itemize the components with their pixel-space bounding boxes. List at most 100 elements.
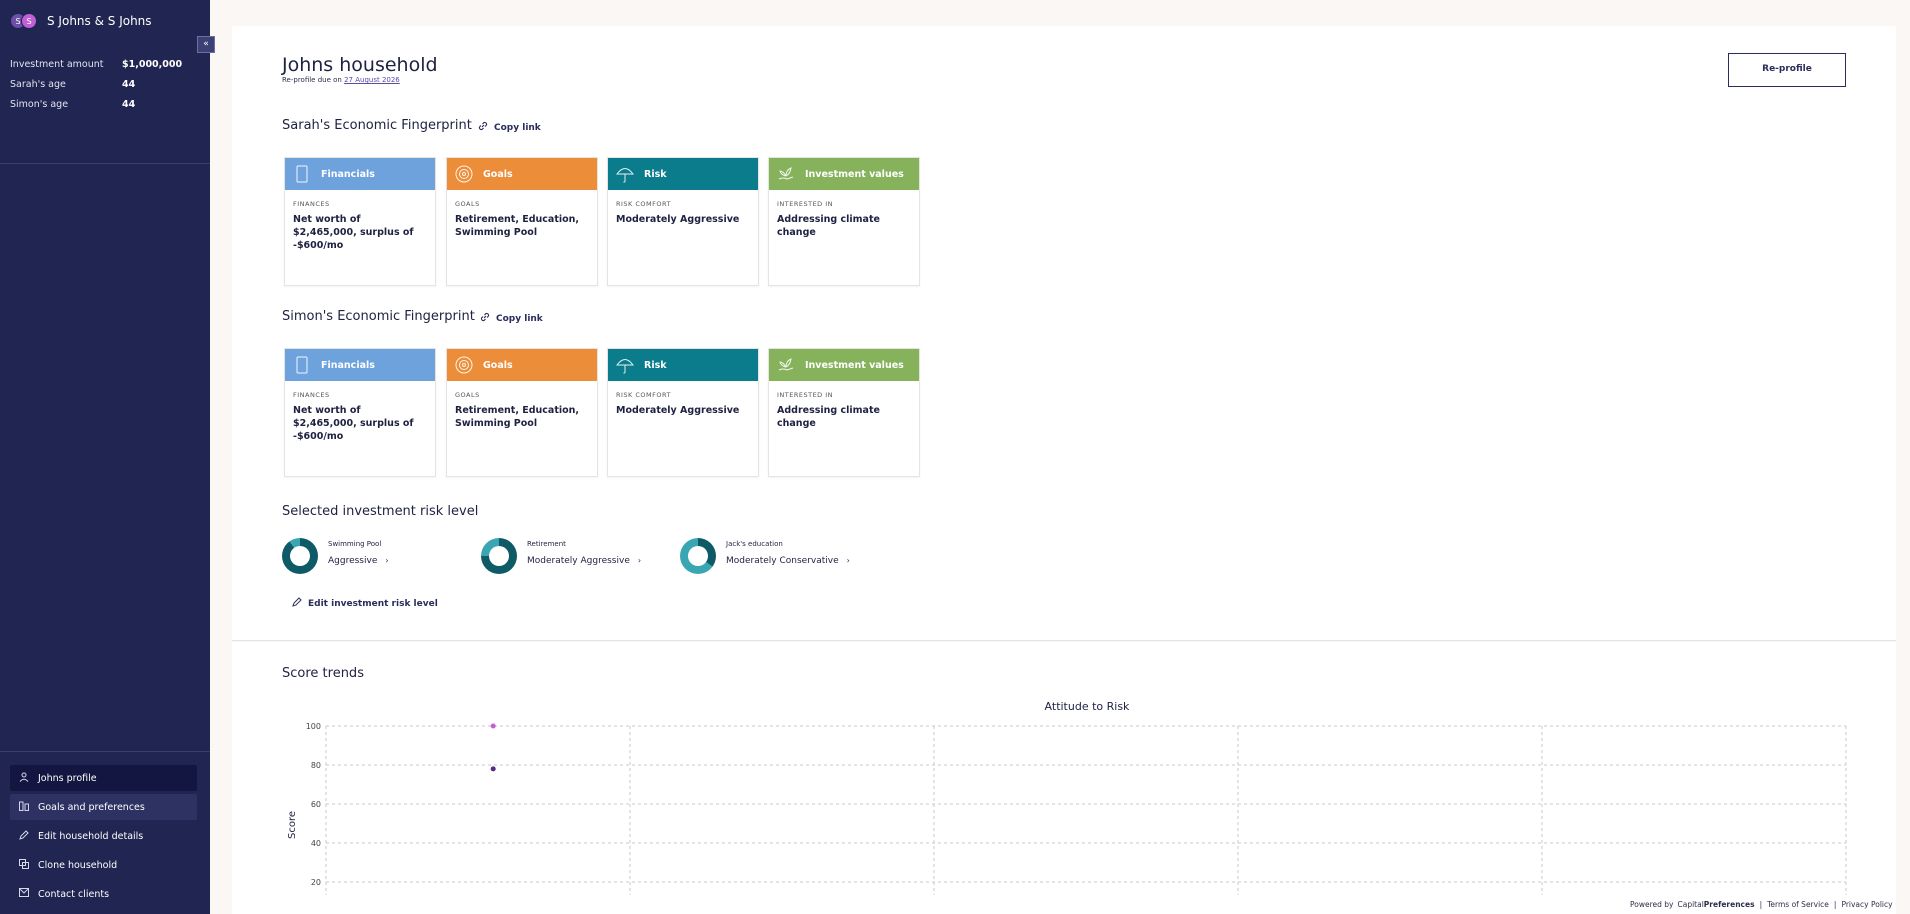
sidebar-item-label: Clone household bbox=[38, 859, 118, 871]
card-value: Moderately Aggressive bbox=[616, 214, 740, 225]
y-axis-label: Score bbox=[287, 811, 298, 839]
risk-card[interactable]: Risk RISK COMFORT Moderately Aggressive bbox=[607, 348, 759, 477]
investment-values-card[interactable]: Investment values INTERESTED IN Addressi… bbox=[768, 348, 920, 477]
risk-donut bbox=[282, 538, 318, 574]
info-row: Simon's age 44 bbox=[10, 94, 200, 114]
sidebar-item-edit-household-details[interactable]: Edit household details bbox=[10, 823, 197, 849]
card-label: GOALS bbox=[455, 200, 480, 208]
umbrella-icon bbox=[616, 165, 634, 183]
clone-icon bbox=[18, 858, 30, 872]
risk-donut bbox=[680, 538, 716, 574]
household-info: Investment amount $1,000,000 Sarah's age 4… bbox=[0, 42, 210, 164]
card-label: INTERESTED IN bbox=[777, 200, 834, 208]
fingerprint-title: Simon's Economic Fingerprint bbox=[282, 309, 475, 324]
investment-values-card[interactable]: Investment values INTERESTED IN Addressi… bbox=[768, 157, 920, 286]
chevron-right-icon: › bbox=[637, 556, 642, 565]
attitude-to-risk-chart: Attitude to Risk Score 100 80 60 40 20 bbox=[287, 700, 1847, 895]
financials-card[interactable]: Financials FINANCES Net worth of $2,465,… bbox=[284, 157, 436, 286]
investment-values-card-header: Investment values bbox=[769, 158, 919, 190]
goals-card[interactable]: Goals GOALS Retirement, Education, Swimm… bbox=[446, 157, 598, 286]
umbrella-icon bbox=[616, 356, 634, 374]
pencil-icon bbox=[18, 829, 30, 843]
risk-level: Aggressive › bbox=[328, 556, 389, 566]
risk-level: Moderately Conservative › bbox=[726, 556, 850, 566]
copy-link-label: Copy link bbox=[494, 122, 541, 133]
terms-link[interactable]: Terms of Service bbox=[1767, 900, 1829, 909]
sidebar-item-clone-household[interactable]: Clone household bbox=[10, 852, 197, 878]
card-title: Goals bbox=[483, 359, 513, 371]
info-label: Simon's age bbox=[10, 98, 69, 110]
data-point[interactable] bbox=[490, 723, 496, 729]
brand-bold: Preferences bbox=[1703, 900, 1755, 909]
info-label: Sarah's age bbox=[10, 78, 66, 90]
info-value: 44 bbox=[122, 78, 136, 90]
copy-link-button[interactable]: Copy link bbox=[477, 120, 541, 135]
copy-link-button[interactable]: Copy link bbox=[479, 311, 543, 326]
card-value: Moderately Aggressive bbox=[616, 405, 740, 416]
sidebar-item-label: Goals and preferences bbox=[38, 801, 145, 813]
card-value: Net worth of $2,465,000, surplus of -$60… bbox=[293, 214, 414, 251]
chevron-right-icon: › bbox=[846, 556, 850, 565]
risk-section-title: Selected investment risk level bbox=[282, 504, 479, 519]
financials-card-header: Financials bbox=[285, 158, 435, 190]
risk-level: Moderately Aggressive › bbox=[527, 556, 641, 566]
sidebar-item-label: Johns profile bbox=[38, 772, 97, 784]
brand-light: Capital bbox=[1677, 900, 1704, 909]
card-value: Addressing climate change bbox=[777, 214, 880, 238]
link-icon bbox=[479, 311, 491, 326]
footer: Powered by CapitalPreferences | Terms of… bbox=[1630, 900, 1893, 909]
risk-level-label: Moderately Conservative bbox=[726, 556, 839, 566]
sidebar-item-label: Edit household details bbox=[38, 830, 144, 842]
phone-icon bbox=[293, 356, 311, 374]
divider: | bbox=[1759, 900, 1763, 909]
risk-item[interactable]: Swimming Pool Aggressive › bbox=[282, 538, 389, 574]
info-value: $1,000,000 bbox=[122, 58, 183, 70]
brand-logo: CapitalPreferences bbox=[1677, 900, 1754, 909]
sidebar-nav: Johns profile Goals and preferences Edit… bbox=[0, 751, 210, 910]
info-row: Investment amount $1,000,000 bbox=[10, 54, 200, 74]
data-point[interactable] bbox=[490, 766, 496, 772]
card-label: INTERESTED IN bbox=[777, 391, 834, 399]
card-label: RISK COMFORT bbox=[616, 200, 672, 208]
reprofile-button[interactable]: Re-profile bbox=[1728, 53, 1846, 87]
sidebar-item-johns-profile[interactable]: Johns profile bbox=[10, 765, 197, 791]
plant-hand-icon bbox=[777, 356, 795, 374]
risk-goal-name: Retirement bbox=[527, 540, 566, 548]
card-value: Retirement, Education, Swimming Pool bbox=[455, 405, 580, 429]
reprofile-due-date[interactable]: 27 August 2026 bbox=[344, 76, 400, 84]
risk-item[interactable]: Retirement Moderately Aggressive › bbox=[481, 538, 641, 574]
y-tick-label: 20 bbox=[311, 878, 321, 887]
chevron-right-icon: › bbox=[385, 556, 389, 565]
card-title: Risk bbox=[644, 359, 667, 371]
divider: | bbox=[1833, 900, 1837, 909]
y-tick-label: 80 bbox=[311, 761, 321, 770]
financials-card-header: Financials bbox=[285, 349, 435, 381]
score-trends-title: Score trends bbox=[282, 666, 364, 681]
target-icon bbox=[455, 356, 473, 374]
sidebar-item-goals-and-preferences[interactable]: Goals and preferences bbox=[10, 794, 197, 820]
card-title: Risk bbox=[644, 168, 667, 180]
y-tick-label: 40 bbox=[311, 839, 321, 848]
privacy-link[interactable]: Privacy Policy bbox=[1841, 900, 1892, 909]
goals-card-header: Goals bbox=[447, 349, 597, 381]
card-label: GOALS bbox=[455, 391, 480, 399]
card-label: FINANCES bbox=[293, 391, 330, 399]
edit-risk-level-label: Edit investment risk level bbox=[308, 598, 438, 609]
phone-icon bbox=[293, 165, 311, 183]
edit-risk-level-button[interactable]: Edit investment risk level bbox=[292, 597, 438, 610]
avatar-group: S S bbox=[10, 13, 37, 29]
goals-icon bbox=[18, 801, 30, 814]
risk-card-header: Risk bbox=[608, 349, 758, 381]
collapse-sidebar-button[interactable]: « bbox=[197, 36, 215, 53]
risk-item[interactable]: Jack's education Moderately Conservative… bbox=[680, 538, 850, 574]
sidebar-item-contact-clients[interactable]: Contact clients bbox=[10, 881, 197, 907]
risk-card[interactable]: Risk RISK COMFORT Moderately Aggressive bbox=[607, 157, 759, 286]
investment-values-card-header: Investment values bbox=[769, 349, 919, 381]
card-value: Addressing climate change bbox=[777, 405, 880, 429]
risk-goal-name: Jack's education bbox=[726, 540, 783, 548]
target-icon bbox=[455, 165, 473, 183]
risk-level-label: Aggressive bbox=[328, 556, 378, 566]
goals-card[interactable]: Goals GOALS Retirement, Education, Swimm… bbox=[446, 348, 598, 477]
household-header: S S S Johns & S Johns bbox=[0, 0, 210, 42]
financials-card[interactable]: Financials FINANCES Net worth of $2,465,… bbox=[284, 348, 436, 477]
